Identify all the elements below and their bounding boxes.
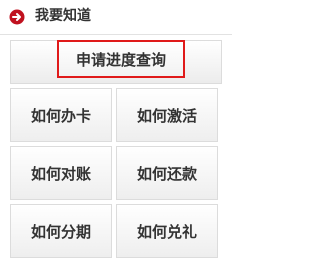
know-panel: 我要知道 申请进度查询 如何办卡 如何激活 如何对账 如何还款 如何分期 如何兑…	[0, 0, 232, 263]
faq-grid: 如何办卡 如何激活 如何对账 如何还款 如何分期 如何兑礼	[10, 88, 222, 260]
panel-header: 我要知道	[0, 0, 232, 35]
how-to-repay-button[interactable]: 如何还款	[116, 146, 218, 200]
circle-arrow-right-icon	[9, 9, 25, 25]
how-to-check-statement-button[interactable]: 如何对账	[10, 146, 112, 200]
how-to-installment-button[interactable]: 如何分期	[10, 204, 112, 258]
application-progress-query-button[interactable]: 申请进度查询	[57, 40, 185, 78]
panel-title: 我要知道	[35, 8, 91, 24]
how-to-redeem-gift-button[interactable]: 如何兑礼	[116, 204, 218, 258]
how-to-activate-button[interactable]: 如何激活	[116, 88, 218, 142]
how-to-apply-card-button[interactable]: 如何办卡	[10, 88, 112, 142]
